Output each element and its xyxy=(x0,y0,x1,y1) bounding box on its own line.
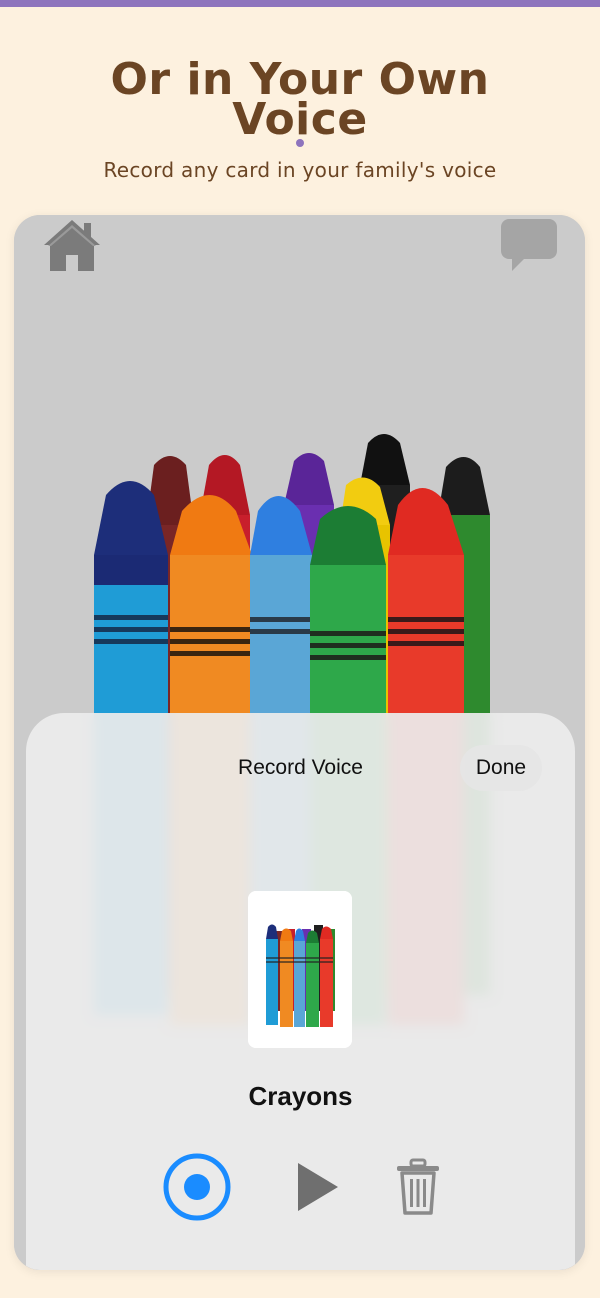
card-name: Crayons xyxy=(248,1081,353,1111)
record-voice-sheet: Record Voice Done Crayons xyxy=(26,713,575,1270)
speech-button[interactable] xyxy=(498,217,560,273)
accent-top-bar xyxy=(0,0,600,7)
record-button[interactable] xyxy=(162,1152,232,1222)
delete-button[interactable] xyxy=(394,1157,442,1217)
crayons-thumbnail-image xyxy=(248,891,352,1048)
speech-bubble-icon xyxy=(501,219,557,271)
promo-title-line-2: Voice xyxy=(232,94,368,145)
home-button[interactable] xyxy=(40,217,104,273)
play-button[interactable] xyxy=(294,1159,342,1215)
card-thumbnail xyxy=(248,891,352,1048)
promo-subtitle: Record any card in your family's voice xyxy=(103,158,497,182)
play-icon xyxy=(298,1163,338,1211)
done-button[interactable]: Done xyxy=(460,745,542,791)
trash-icon xyxy=(397,1158,439,1215)
accent-dot xyxy=(296,139,304,147)
promo-title: Or in Your Own Voice xyxy=(0,58,600,145)
home-icon xyxy=(44,220,100,271)
record-icon xyxy=(163,1153,231,1221)
app-screen: Record Voice Done Crayons xyxy=(14,215,585,1270)
